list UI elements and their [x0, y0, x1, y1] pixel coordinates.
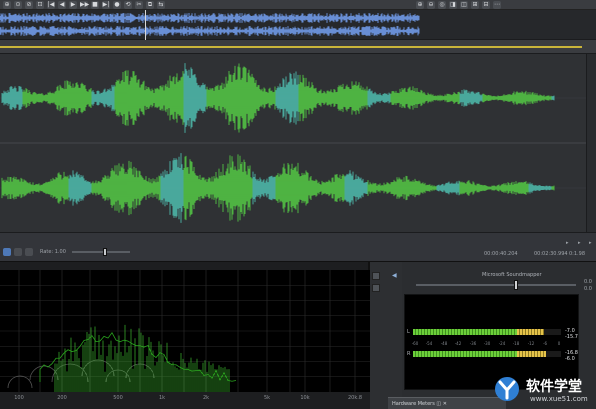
stereo-waveform: [0, 54, 586, 232]
xue51-logo-icon: [495, 377, 519, 401]
panel-toggle-button[interactable]: [372, 272, 380, 280]
toolbar-button[interactable]: ⊕: [3, 1, 11, 9]
peak-left-2: -15.7: [565, 334, 578, 340]
hardware-meters-tab-label: Hardware Meters ◫ ✕: [392, 401, 447, 407]
selection-end-time: 00:02:30.994: [534, 251, 568, 257]
toolbar-button[interactable]: ●: [113, 1, 121, 9]
watermark-title: 软件学堂: [526, 379, 582, 395]
main-toolbar: ⊕ ⊙ ⊘ ⊡ |◀ ◀ ▶ ▶▶ ■ ▶| ● ⟲ ✂ ⧉ ⇆ ⊕ ⊖ ◎ ◨ ◫ ⊞ ⊟ ⋯: [0, 0, 596, 10]
meter-top-value: 0.0: [584, 286, 592, 292]
scale-tick: -54: [425, 341, 433, 346]
toolbar-button[interactable]: ▶: [69, 1, 77, 9]
toolbar-button[interactable]: ⊞: [471, 1, 479, 9]
scale-tick: -18: [512, 341, 520, 346]
toolbar-button[interactable]: ⊘: [25, 1, 33, 9]
scale-tick: -48: [440, 341, 448, 346]
freq-tick: 1k: [158, 395, 166, 401]
watermark-logo: 软件学堂 www.xue51.com: [490, 374, 596, 406]
zoom-in-icon[interactable]: ▸: [566, 240, 569, 246]
toolbar-button[interactable]: ⇆: [157, 1, 165, 9]
loop-icon[interactable]: [14, 248, 22, 256]
selection-start-time: 00:00:40.204: [484, 251, 518, 257]
vertical-scrollbar[interactable]: [586, 54, 596, 232]
scale-tick: -6: [543, 341, 547, 346]
spectrum-graphic: [0, 270, 370, 392]
meter-bar-left: [413, 329, 517, 335]
scale-tick: -12: [527, 341, 535, 346]
watermark-url: www.xue51.com: [530, 395, 588, 403]
channel-label-right: R: [407, 351, 411, 357]
toolbar-button[interactable]: ◎: [438, 1, 446, 9]
peak-right-2: -6.0: [565, 356, 575, 362]
spectrum-plot: [0, 270, 370, 392]
meter-gain-slider[interactable]: [416, 284, 576, 286]
toolbar-button[interactable]: ⊡: [36, 1, 44, 9]
toolbar-button[interactable]: ✂: [135, 1, 143, 9]
toolbar-button[interactable]: ▶|: [102, 1, 110, 9]
overview-waveform[interactable]: [0, 10, 596, 40]
hardware-meters-tab[interactable]: Hardware Meters ◫ ✕: [388, 397, 506, 409]
zoom-out-icon[interactable]: ▸: [578, 240, 581, 246]
toolbar-button[interactable]: ▶▶: [80, 1, 89, 9]
speaker-icon[interactable]: ◀: [392, 272, 397, 279]
toolbar-button[interactable]: ◨: [449, 1, 457, 9]
settings-icon[interactable]: [25, 248, 33, 256]
toolbar-button[interactable]: |◀: [47, 1, 55, 9]
scale-tick: -30: [483, 341, 491, 346]
overview-wave-graphic: [0, 10, 420, 40]
meter-gain-thumb[interactable]: [514, 280, 518, 290]
rate-slider[interactable]: [72, 251, 130, 253]
toolbar-button[interactable]: ◫: [460, 1, 468, 9]
freq-tick: 20k.8: [347, 395, 363, 401]
toolbar-button[interactable]: ⊟: [482, 1, 490, 9]
scale-tick: -24: [498, 341, 506, 346]
freq-tick: 10k: [300, 395, 310, 401]
timeline-ruler[interactable]: [0, 40, 596, 54]
selection-duration: 0:1.98: [569, 251, 585, 257]
meter-bar-left-hot: [516, 329, 544, 335]
frequency-axis: 100 200 500 1k 2k 5k 10k 20k.8: [0, 392, 370, 409]
meter-scale: -60 -54 -48 -42 -36 -30 -24 -18 -12 -6 0: [405, 341, 580, 349]
toolbar-button[interactable]: ◀: [58, 1, 66, 9]
meters-device-title: Microsoft Soundmapper: [482, 272, 542, 278]
meter-top-value: 0.0: [584, 279, 592, 285]
selection-bar[interactable]: [0, 46, 582, 48]
toolbar-button[interactable]: ⊖: [427, 1, 435, 9]
freq-tick: 100: [14, 395, 24, 401]
freq-tick: 500: [113, 395, 123, 401]
toolbar-button[interactable]: ⋯: [493, 1, 501, 9]
rate-label: Rate: 1.00: [40, 249, 66, 255]
zoom-full-icon[interactable]: ▸: [589, 240, 592, 246]
panel-toggle-button[interactable]: [372, 284, 380, 292]
channel-label-left: L: [407, 329, 410, 335]
freq-tick: 2k: [202, 395, 210, 401]
meter-bar-right: [413, 351, 517, 357]
toolbar-button[interactable]: ⊕: [416, 1, 424, 9]
spectrum-analyzer-panel: 100 200 500 1k 2k 5k 10k 20k.8: [0, 262, 370, 409]
scale-tick: -60: [411, 341, 419, 346]
snap-icon[interactable]: [3, 248, 11, 256]
toolbar-button[interactable]: ⧉: [146, 1, 154, 9]
scale-tick: -36: [469, 341, 477, 346]
scale-tick: 0: [557, 341, 561, 346]
toolbar-button[interactable]: ⊙: [14, 1, 22, 9]
rate-slider-thumb[interactable]: [103, 248, 107, 256]
freq-tick: 200: [57, 395, 67, 401]
transport-status-bar: Rate: 1.00 00:00:40.204 00:02:30.994 0:1…: [0, 232, 596, 262]
waveform-editor[interactable]: [0, 54, 586, 232]
toolbar-button[interactable]: ⟲: [124, 1, 132, 9]
toolbar-button[interactable]: ■: [91, 1, 99, 9]
scale-tick: -42: [454, 341, 462, 346]
meter-bar-right-hot: [516, 351, 547, 357]
freq-tick: 5k: [263, 395, 271, 401]
panel-divider-strip: [370, 262, 402, 409]
